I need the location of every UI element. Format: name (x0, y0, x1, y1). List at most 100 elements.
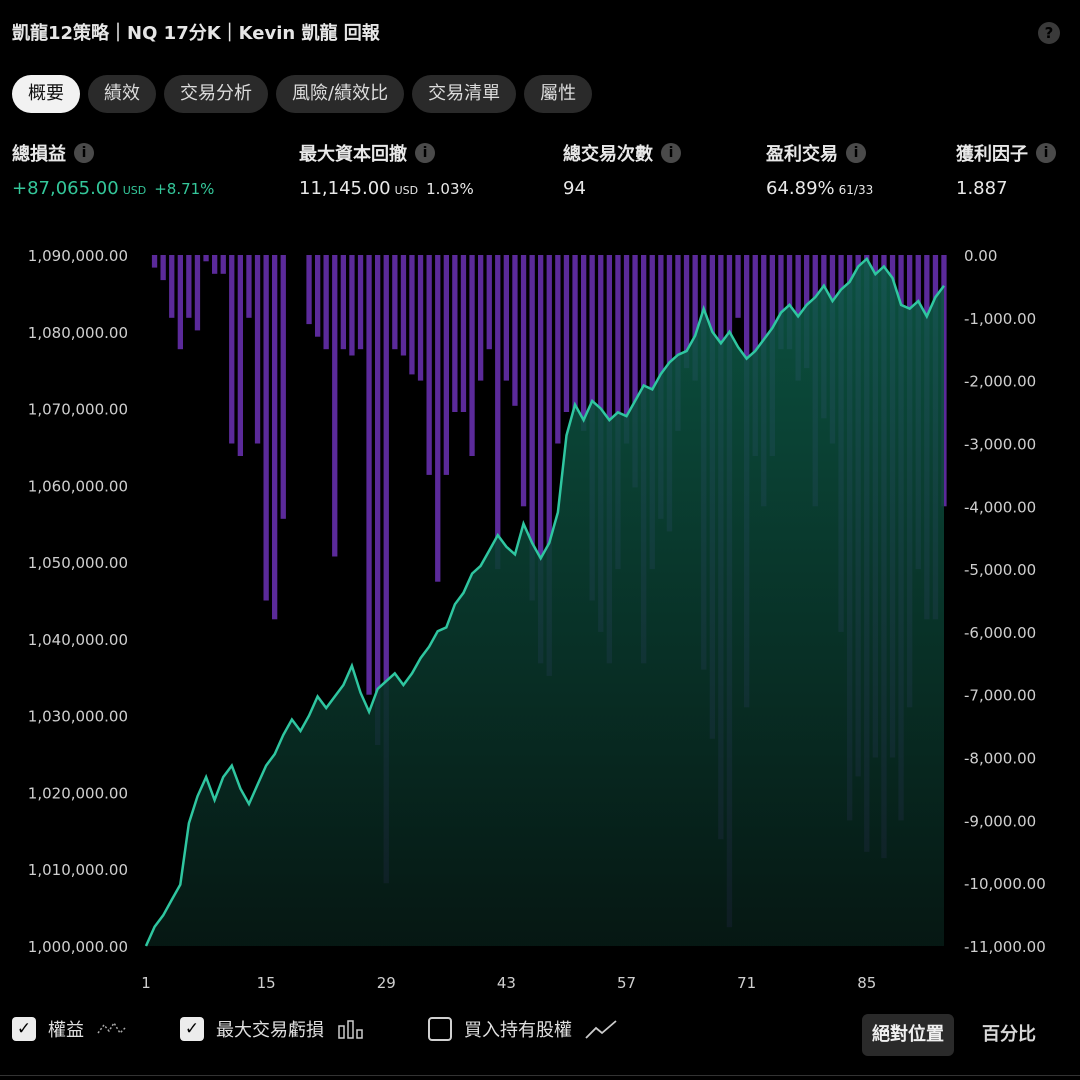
drawdown-bar (503, 255, 509, 381)
tab-overview[interactable]: 概要 (12, 75, 80, 113)
drawdown-bar (366, 255, 372, 695)
x-axis-tick: 71 (737, 974, 756, 992)
help-icon[interactable]: ? (1038, 22, 1060, 44)
drawdown-bar (315, 255, 321, 337)
left-axis-tick: 1,040,000.00 (28, 631, 128, 649)
stat-total-trades: 總交易次數 i 94 (563, 140, 681, 199)
legend-equity-label: 權益 (48, 1020, 84, 1041)
stat-unit: USD (394, 184, 419, 197)
drawdown-bar (469, 255, 475, 456)
right-axis-tick: -2,000.00 (964, 373, 1036, 391)
stat-value: 11,145.00 (299, 178, 391, 199)
drawdown-bar (306, 255, 312, 325)
drawdown-bar (409, 255, 415, 375)
legend-drawdown[interactable]: ✓ 最大交易虧損 (180, 1016, 366, 1042)
stat-label: 最大資本回撤 (299, 144, 407, 165)
drawdown-bar (357, 255, 364, 350)
drawdown-bar (435, 255, 441, 582)
x-axis-tick: 29 (377, 974, 396, 992)
right-axis-tick: -9,000.00 (964, 812, 1036, 830)
x-axis-tick: 57 (617, 974, 636, 992)
drawdown-bar (520, 255, 527, 507)
drawdown-bar (151, 255, 158, 268)
drawdown-bar (194, 255, 201, 331)
drawdown-bar (735, 255, 741, 318)
legend-equity[interactable]: ✓ 權益 (12, 1016, 128, 1042)
drawdown-bar (563, 255, 570, 412)
checkbox-drawdown[interactable]: ✓ (180, 1017, 204, 1041)
checkbox-equity[interactable]: ✓ (12, 1017, 36, 1041)
stat-percent: 1.03% (426, 180, 474, 198)
drawdown-bar (169, 255, 175, 318)
drawdown-bar (452, 255, 458, 412)
left-axis-tick: 1,000,000.00 (28, 938, 128, 956)
drawdown-bar (280, 255, 286, 519)
tab-properties[interactable]: 屬性 (524, 75, 593, 113)
drawdown-bar (555, 255, 561, 444)
info-icon[interactable]: i (415, 143, 435, 163)
line-chart-icon (97, 1021, 127, 1035)
right-axis-tick: -11,000.00 (964, 938, 1046, 956)
trend-line-icon (585, 1020, 617, 1039)
drawdown-bar (392, 255, 398, 350)
drawdown-bar (460, 255, 467, 412)
info-icon[interactable]: i (74, 143, 94, 163)
drawdown-bar (375, 255, 381, 745)
info-icon[interactable]: i (846, 143, 866, 163)
drawdown-bar (203, 255, 209, 262)
stat-value: 94 (563, 178, 586, 199)
info-icon[interactable]: i (1036, 143, 1056, 163)
stat-percent: +8.71% (154, 180, 215, 198)
drawdown-bar (220, 255, 226, 274)
legend-buy-hold[interactable]: 買入持有股權 (428, 1016, 618, 1042)
percent-mode-button[interactable]: 百分比 (972, 1014, 1046, 1056)
stat-label: 盈利交易 (766, 144, 838, 165)
left-axis-tick: 1,070,000.00 (28, 401, 128, 419)
stat-profit-factor: 獲利因子 i 1.887 (956, 140, 1056, 199)
x-axis-tick: 15 (257, 974, 276, 992)
drawdown-bar (478, 255, 484, 381)
left-axis-tick: 1,030,000.00 (28, 708, 128, 726)
stat-label: 總損益 (12, 144, 66, 165)
drawdown-bar (426, 255, 432, 475)
drawdown-bar (417, 255, 424, 381)
tab-trade-list[interactable]: 交易清單 (412, 75, 517, 113)
drawdown-bar (212, 255, 218, 274)
stat-value: 1.887 (956, 178, 1008, 199)
drawdown-bar (400, 255, 407, 356)
info-icon[interactable]: i (661, 143, 681, 163)
drawdown-bar (272, 255, 278, 620)
left-axis-tick: 1,010,000.00 (28, 861, 128, 879)
checkbox-buy-hold[interactable] (428, 1017, 452, 1041)
left-axis-tick: 1,080,000.00 (28, 324, 128, 342)
stat-max-drawdown: 最大資本回撤 i 11,145.00 USD 1.03% (299, 140, 474, 199)
page-title: 凱龍12策略｜NQ 17分K｜Kevin 凱龍 回報 (12, 23, 380, 44)
drawdown-bar (254, 255, 261, 444)
drawdown-bar (177, 255, 183, 350)
right-axis-tick: -7,000.00 (964, 687, 1036, 705)
divider (0, 1075, 1080, 1076)
right-axis-tick: 0.00 (964, 247, 997, 265)
stat-net-profit: 總損益 i +87,065.00 USD +8.71% (12, 140, 214, 199)
tab-risk-ratio[interactable]: 風險/績效比 (276, 75, 405, 113)
drawdown-bar (495, 255, 501, 570)
stat-value: 64.89% (766, 178, 835, 199)
absolute-mode-button[interactable]: 絕對位置 (862, 1014, 954, 1056)
tab-trade-analysis[interactable]: 交易分析 (164, 75, 268, 113)
drawdown-bar (340, 255, 346, 350)
stat-label: 總交易次數 (563, 144, 653, 165)
tab-performance[interactable]: 績效 (88, 75, 156, 113)
right-axis-tick: -8,000.00 (964, 750, 1036, 768)
x-axis-tick: 1 (141, 974, 151, 992)
equity-chart[interactable]: 1,090,000.00 1,080,000.00 1,070,000.00 1,06… (0, 230, 1080, 1010)
x-axis-tick: 85 (857, 974, 876, 992)
drawdown-bar (160, 255, 166, 281)
right-axis-tick: -6,000.00 (964, 624, 1036, 642)
drawdown-bar (332, 255, 338, 557)
legend-drawdown-label: 最大交易虧損 (216, 1020, 324, 1041)
left-axis-tick: 1,060,000.00 (28, 477, 128, 495)
bar-chart-icon (338, 1020, 363, 1039)
stat-unit: USD (122, 184, 147, 197)
right-axis-tick: -10,000.00 (964, 875, 1046, 893)
left-axis-tick: 1,090,000.00 (28, 247, 128, 265)
